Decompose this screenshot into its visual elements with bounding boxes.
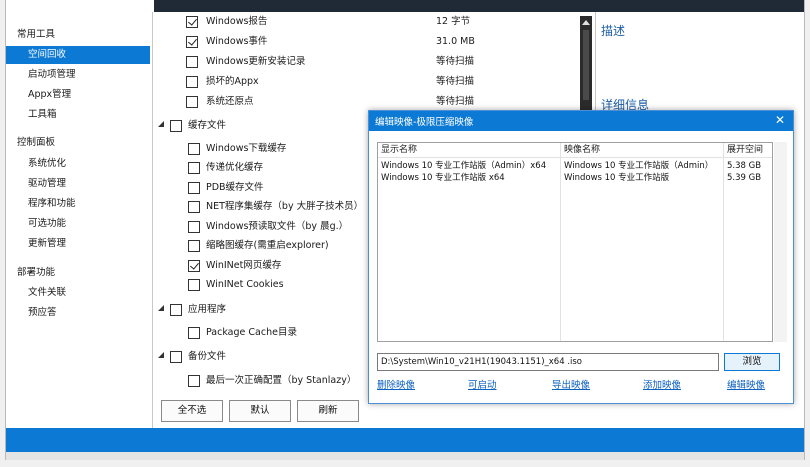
checkbox[interactable] — [186, 36, 198, 48]
list-item[interactable]: 系统还原点 等待扫描 — [186, 93, 566, 111]
dialog-titlebar: 编辑映像-极限压缩映像 ✕ — [369, 111, 793, 131]
checkbox[interactable] — [188, 279, 200, 291]
sidebar-item-drivers[interactable]: 驱动管理 — [6, 175, 150, 193]
group-label: 备份文件 — [188, 351, 227, 362]
group-label: 缓存文件 — [188, 120, 227, 131]
sidebar-group-control: 控制面板 — [17, 137, 56, 148]
item-label: WinINet网页缓存 — [206, 260, 282, 271]
list-item[interactable]: 损坏的Appx 等待扫描 — [186, 73, 566, 91]
top-bar-dark — [154, 0, 804, 12]
list-item[interactable]: Windows更新安装记录 等待扫描 — [186, 53, 566, 71]
refresh-button[interactable]: 刷新 — [297, 400, 359, 422]
item-label: 系统还原点 — [206, 96, 254, 107]
checkbox[interactable] — [170, 351, 182, 363]
collapse-triangle-icon[interactable] — [158, 121, 164, 127]
sidebar-group-common: 常用工具 — [17, 29, 56, 40]
edit-image-dialog: 编辑映像-极限压缩映像 ✕ 显示名称 映像名称 展开空间 Windows 10 … — [368, 110, 794, 404]
sidebar-group-deploy: 部署功能 — [17, 267, 56, 278]
checkbox[interactable] — [188, 327, 200, 339]
description-title: 描述 — [601, 24, 626, 38]
dialog-scrollbar[interactable] — [774, 142, 787, 342]
checkbox[interactable] — [188, 162, 200, 174]
item-label: 传递优化缓存 — [206, 162, 264, 173]
collapse-triangle-icon[interactable] — [158, 352, 164, 358]
close-icon[interactable]: ✕ — [775, 113, 785, 127]
scroll-thumb[interactable] — [583, 30, 589, 100]
table-cell[interactable]: Windows 10 专业工作站版 x64 — [378, 172, 505, 184]
item-label: NET程序集缓存（by 大胖子技术员） — [206, 201, 364, 212]
sidebar-item-programs[interactable]: 程序和功能 — [6, 195, 150, 213]
export-image-link[interactable]: 导出映像 — [552, 377, 590, 391]
select-none-button[interactable]: 全不选 — [161, 400, 223, 422]
checkbox[interactable] — [188, 260, 200, 272]
sidebar-item-appx[interactable]: Appx管理 — [6, 86, 150, 104]
collapse-triangle-icon[interactable] — [158, 305, 164, 311]
sidebar-item-unattend[interactable]: 预应答 — [6, 304, 150, 322]
group-label: 应用程序 — [188, 304, 227, 315]
checkbox[interactable] — [170, 304, 182, 316]
item-label: 最后一次正确配置（by Stanlazy） — [206, 375, 357, 386]
column-header[interactable]: 显示名称 — [378, 143, 560, 157]
item-label: Windows预读取文件（by 晨g.） — [206, 221, 349, 232]
checkbox[interactable] — [188, 143, 200, 155]
sidebar: 常用工具 空间回收 启动项管理 Appx管理 工具箱 控制面板 系统优化 驱动管… — [6, 12, 153, 428]
checkbox[interactable] — [188, 182, 200, 194]
table-cell[interactable]: 5.39 GB — [724, 172, 761, 184]
bottom-border — [6, 452, 804, 460]
item-label: Windows更新安装记录 — [206, 56, 306, 67]
item-label: Package Cache目录 — [206, 327, 297, 338]
table-cell[interactable]: Windows 10 专业工作站版 — [561, 172, 669, 184]
item-size: 等待扫描 — [436, 96, 475, 107]
scroll-up-icon[interactable] — [582, 20, 590, 25]
dialog-title: 编辑映像-极限压缩映像 — [375, 117, 474, 128]
checkbox[interactable] — [188, 221, 200, 233]
sidebar-item-startup[interactable]: 启动项管理 — [6, 66, 150, 84]
item-label: WinINet Cookies — [206, 279, 284, 290]
delete-image-link[interactable]: 删除映像 — [377, 377, 415, 391]
item-label: 损坏的Appx — [206, 76, 259, 87]
sidebar-item-updates[interactable]: 更新管理 — [6, 235, 150, 253]
sidebar-item-optional-features[interactable]: 可选功能 — [6, 215, 150, 233]
item-size: 等待扫描 — [436, 56, 475, 67]
column-header[interactable]: 展开空间 — [724, 143, 772, 157]
list-item[interactable]: Windows事件 31.0 MB — [186, 33, 566, 51]
add-image-link[interactable]: 添加映像 — [643, 377, 681, 391]
item-label: Windows下载缓存 — [206, 143, 287, 154]
checkbox[interactable] — [170, 120, 182, 132]
sidebar-item-toolbox[interactable]: 工具箱 — [6, 106, 150, 124]
edit-image-link[interactable]: 编辑映像 — [727, 377, 765, 391]
bootable-link[interactable]: 可启动 — [468, 377, 497, 391]
checkbox[interactable] — [188, 240, 200, 252]
list-item[interactable]: Windows报告 12 字节 — [186, 13, 566, 31]
checkbox[interactable] — [186, 56, 198, 68]
checkbox[interactable] — [186, 76, 198, 88]
image-path-input[interactable]: D:\System\Win10_v21H1(19043.1151)_x64 .i… — [377, 353, 719, 371]
checkbox[interactable] — [186, 96, 198, 108]
header-divider — [378, 157, 772, 158]
checkbox[interactable] — [188, 201, 200, 213]
top-bar — [6, 0, 804, 12]
default-button[interactable]: 默认 — [229, 400, 291, 422]
item-label: Windows报告 — [206, 16, 268, 27]
item-size: 31.0 MB — [436, 36, 475, 47]
bottom-status-bar — [6, 428, 804, 452]
sidebar-item-optimize[interactable]: 系统优化 — [6, 155, 150, 173]
table-cell[interactable]: Windows 10 专业工作站版（Admin）x64 — [378, 160, 546, 172]
table-cell[interactable]: 5.38 GB — [724, 160, 761, 172]
item-size: 等待扫描 — [436, 76, 475, 87]
item-label: 缩略图缓存(需重启explorer) — [206, 240, 329, 251]
item-label: Windows事件 — [206, 36, 268, 47]
column-header[interactable]: 映像名称 — [561, 143, 723, 157]
sidebar-item-file-assoc[interactable]: 文件关联 — [6, 284, 150, 302]
item-size: 12 字节 — [436, 16, 471, 27]
browse-button[interactable]: 浏览 — [724, 353, 780, 371]
checkbox[interactable] — [188, 375, 200, 387]
checkbox[interactable] — [186, 16, 198, 28]
table-cell[interactable]: Windows 10 专业工作站版（Admin） — [561, 160, 713, 172]
image-table: 显示名称 映像名称 展开空间 Windows 10 专业工作站版（Admin）x… — [377, 142, 773, 342]
item-label: PDB缓存文件 — [206, 182, 264, 193]
sidebar-item-space-recycle[interactable]: 空间回收 — [6, 46, 150, 64]
